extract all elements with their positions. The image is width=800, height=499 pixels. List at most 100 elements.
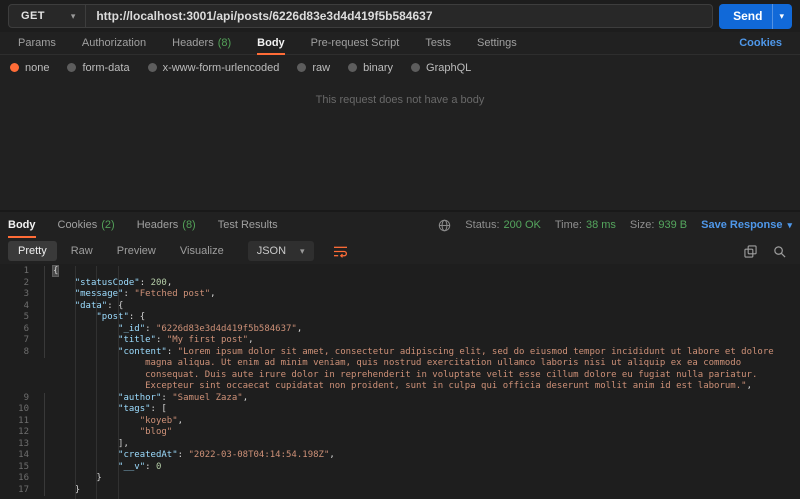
code-token-key: "data"	[74, 300, 108, 311]
indent-guide	[96, 266, 98, 499]
code-content: "tags": [	[45, 404, 800, 416]
code-lines: 1{2 "statusCode": 200, 3 "message": "Fetche…	[0, 264, 800, 496]
radio-binary[interactable]: binary	[348, 62, 393, 74]
code-token-punct: ,	[296, 323, 303, 334]
method-selector[interactable]: GET ▾	[9, 5, 87, 27]
size-value: 939 B	[658, 219, 688, 231]
code-token-key: "author"	[118, 392, 162, 403]
code-token-punct: ,	[746, 381, 752, 391]
radio-form-data[interactable]: form-data	[67, 62, 130, 74]
response-tab-body[interactable]: Body	[8, 212, 36, 238]
code-token-punct: : {	[107, 300, 124, 311]
copy-icon[interactable]	[744, 244, 757, 258]
code-token-punct: : [	[150, 404, 167, 414]
code-token-string: "Fetched post"	[134, 289, 211, 299]
code-token-punct: ,	[177, 415, 184, 426]
code-line: 12 "blog"	[0, 427, 800, 439]
code-token-punct: :	[145, 461, 156, 472]
code-content: "title": "My first post",	[45, 335, 800, 347]
code-token-string: "2022-03-08T04:14:54.198Z"	[188, 450, 330, 460]
request-url-bar: GET ▾ http://localhost:3001/api/posts/62…	[0, 0, 800, 32]
line-number: 9	[0, 392, 45, 404]
view-tab-raw[interactable]: Raw	[61, 241, 103, 261]
code-token-punct: ,	[242, 392, 249, 403]
tab-tests[interactable]: Tests	[425, 32, 451, 54]
code-line: 1{	[0, 265, 800, 278]
response-tab-headers[interactable]: Headers (8)	[137, 212, 196, 238]
send-label: Send	[733, 9, 763, 23]
line-number: 17	[0, 484, 45, 496]
view-tab-preview[interactable]: Preview	[107, 241, 166, 261]
radio-dot-icon	[147, 63, 157, 72]
radio-x-www-form-urlencoded[interactable]: x-www-form-urlencoded	[147, 62, 279, 74]
tab-pre-request-script[interactable]: Pre-request Script	[311, 32, 400, 54]
code-token-number: 0	[155, 461, 162, 472]
response-pane: Body Cookies (2) Headers (8) Test Results …	[0, 210, 800, 499]
response-tab-cookies[interactable]: Cookies (2)	[58, 212, 115, 238]
code-content: "koyeb",	[45, 416, 800, 428]
code-token-punct: :	[161, 392, 173, 403]
view-tab-pretty[interactable]: Pretty	[8, 241, 57, 261]
code-token-key: "__v"	[118, 461, 146, 472]
code-token-key: "title"	[118, 335, 156, 345]
format-value: JSON	[256, 245, 287, 257]
radio-none[interactable]: none	[10, 62, 49, 74]
response-body-code-viewer[interactable]: 1{2 "statusCode": 200, 3 "message": "Fetche…	[0, 264, 800, 499]
view-tab-visualize[interactable]: Visualize	[170, 241, 234, 261]
chevron-down-icon: ▾	[70, 10, 76, 21]
code-content: "blog"	[45, 427, 800, 439]
line-number: 4	[0, 300, 45, 312]
send-button[interactable]: Send ▾	[719, 3, 792, 29]
send-options-chevron-icon[interactable]: ▾	[772, 3, 792, 29]
line-number: 16	[0, 473, 45, 485]
line-number: 15	[0, 461, 45, 473]
code-token-key: "message"	[74, 289, 124, 299]
code-line: 15 "__v": 0	[0, 461, 800, 474]
code-token-punct: ,	[166, 277, 173, 288]
url-text: http://localhost:3001/api/posts/6226d83e…	[96, 9, 433, 23]
code-line: 14 "createdAt": "2022-03-08T04:14:54.198Z…	[0, 450, 800, 462]
response-tabs: Body Cookies (2) Headers (8) Test Results …	[0, 212, 800, 238]
wrap-text-icon[interactable]	[328, 242, 353, 261]
line-number: 3	[0, 289, 45, 301]
code-token-key: "content"	[118, 346, 167, 357]
code-token-string: "blog"	[139, 427, 173, 437]
radio-raw[interactable]: raw	[297, 62, 330, 74]
response-headers-count-badge: (8)	[182, 219, 196, 231]
tab-body[interactable]: Body	[257, 32, 285, 55]
code-content: "post": {	[45, 312, 800, 324]
url-input[interactable]: http://localhost:3001/api/posts/6226d83e…	[86, 5, 712, 27]
tab-headers[interactable]: Headers (8)	[172, 32, 231, 54]
code-token-key: "createdAt"	[118, 450, 178, 460]
response-tab-test-results[interactable]: Test Results	[218, 212, 278, 238]
time-badge: Time: 38 ms	[554, 219, 616, 231]
indent-guide	[74, 266, 76, 499]
tab-settings[interactable]: Settings	[477, 32, 517, 54]
network-globe-icon[interactable]	[438, 219, 451, 232]
format-select[interactable]: JSON ▾	[247, 241, 314, 261]
line-number: 7	[0, 335, 45, 347]
save-response-button[interactable]: Save Response ▾	[701, 219, 792, 231]
cookies-link[interactable]: Cookies	[739, 32, 782, 54]
search-icon[interactable]	[773, 245, 786, 258]
code-token-key: "post"	[96, 312, 129, 322]
code-token-string: "Lorem ipsum dolor sit amet, consectetur…	[145, 346, 780, 392]
code-content: "__v": 0	[45, 462, 800, 474]
line-number: 8	[0, 346, 45, 358]
radio-dot-icon	[10, 63, 19, 72]
line-number: 12	[0, 427, 45, 439]
code-content: "statusCode": 200,	[45, 278, 800, 290]
code-content: "createdAt": "2022-03-08T04:14:54.198Z",	[45, 450, 800, 462]
request-body-empty-area: This request does not have a body	[0, 80, 800, 210]
code-content: {	[45, 265, 800, 278]
response-view-toolbar: Pretty Raw Preview Visualize JSON ▾	[0, 238, 800, 264]
code-content: }	[45, 485, 800, 497]
radio-graphql[interactable]: GraphQL	[411, 62, 471, 74]
code-line: 5 "post": {	[0, 312, 800, 324]
code-token-punct: {	[51, 265, 60, 277]
code-token-punct: ,	[210, 289, 216, 299]
tab-authorization[interactable]: Authorization	[82, 32, 146, 54]
code-line: 16}	[0, 473, 800, 485]
code-token-string: "koyeb"	[139, 415, 178, 426]
tab-params[interactable]: Params	[18, 32, 56, 54]
